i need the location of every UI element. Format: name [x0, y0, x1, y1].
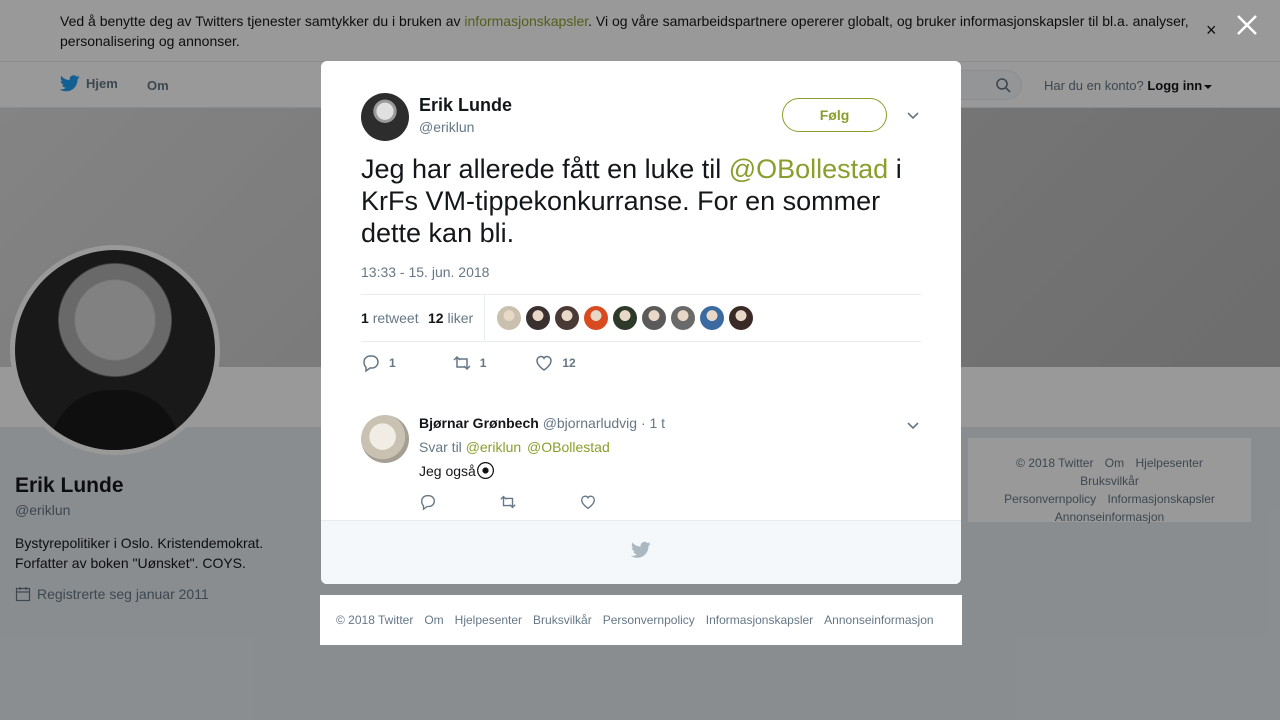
- tweet-author-handle[interactable]: @eriklun: [419, 119, 474, 135]
- footer-link[interactable]: Bruksvilkår: [533, 613, 592, 627]
- reply-icon: [363, 355, 379, 373]
- stats-divider: [484, 295, 485, 341]
- footer-link[interactable]: Personvernpolicy: [603, 613, 695, 627]
- tweet-timestamp[interactable]: 13:33 - 15. jun. 2018: [361, 264, 489, 280]
- chevron-down-icon[interactable]: [906, 419, 920, 433]
- mention-link[interactable]: @OBollestad: [729, 154, 888, 184]
- heart-icon[interactable]: [579, 493, 597, 511]
- footer-link[interactable]: Om: [424, 613, 443, 627]
- retweet-icon[interactable]: [499, 493, 517, 511]
- close-icon[interactable]: [1234, 12, 1260, 38]
- retweet-stat[interactable]: 1 retweet: [361, 310, 419, 326]
- retweet-button[interactable]: 1: [452, 353, 487, 373]
- tweet-text: Jeg har allerede fått en luke til @OBoll…: [361, 154, 902, 248]
- liker-avatar[interactable]: [497, 306, 521, 330]
- tweet-stats: 1 retweet 12 liker: [361, 294, 921, 342]
- tweet-author-name[interactable]: Erik Lunde: [419, 95, 512, 116]
- reply-header: Bjørnar Grønbech @bjornarludvig · 1 t: [419, 415, 665, 431]
- retweet-icon: [453, 355, 471, 371]
- tweet-modal: Erik Lunde @eriklun Følg Jeg har allered…: [321, 61, 961, 584]
- tweet-author-avatar[interactable]: [361, 93, 409, 141]
- chevron-down-icon[interactable]: [906, 109, 920, 123]
- reply-text: Jeg også: [419, 462, 494, 479]
- retweet-count: 1: [479, 356, 487, 370]
- reply-time[interactable]: · 1 t: [641, 415, 665, 431]
- footer-link[interactable]: Annonseinformasjon: [824, 613, 933, 627]
- liker-avatar[interactable]: [613, 306, 637, 330]
- liker-avatar[interactable]: [729, 306, 753, 330]
- follow-button[interactable]: Følg: [782, 98, 887, 132]
- like-count: 12: [562, 356, 576, 370]
- reply-to-line: Svar til @eriklun @OBollestad: [419, 439, 610, 455]
- reply-actions: [419, 493, 597, 511]
- reply-icon[interactable]: [419, 493, 437, 511]
- footer-link[interactable]: © 2018 Twitter: [336, 613, 413, 627]
- reply-author-handle[interactable]: @bjornarludvig: [543, 415, 637, 431]
- reply-count: 1: [389, 356, 396, 370]
- soccer-ball-icon: [476, 462, 494, 479]
- liker-avatar[interactable]: [671, 306, 695, 330]
- reply-author-name[interactable]: Bjørnar Grønbech: [419, 415, 539, 431]
- liker-avatar[interactable]: [584, 306, 608, 330]
- tweet-actions: 1 1 12: [361, 353, 602, 373]
- liker-avatar[interactable]: [700, 306, 724, 330]
- likers-avatars: [497, 306, 753, 330]
- like-button[interactable]: 12: [534, 353, 576, 373]
- footer-link[interactable]: Informasjonskapsler: [706, 613, 813, 627]
- liker-avatar[interactable]: [642, 306, 666, 330]
- reply-to-mention[interactable]: @OBollestad: [527, 439, 610, 455]
- liker-avatar[interactable]: [526, 306, 550, 330]
- like-stat[interactable]: 12 liker: [428, 310, 473, 326]
- reply-button[interactable]: 1: [361, 353, 396, 373]
- modal-footer: [321, 520, 961, 584]
- footer-link[interactable]: Hjelpesenter: [455, 613, 522, 627]
- footer-bar: © 2018 Twitter Om Hjelpesenter Bruksvilk…: [320, 595, 962, 645]
- heart-icon: [536, 355, 553, 371]
- twitter-bird-icon: [631, 541, 651, 558]
- reply-author-avatar[interactable]: [361, 415, 409, 463]
- reply-to-mention[interactable]: @eriklun: [466, 439, 521, 455]
- liker-avatar[interactable]: [555, 306, 579, 330]
